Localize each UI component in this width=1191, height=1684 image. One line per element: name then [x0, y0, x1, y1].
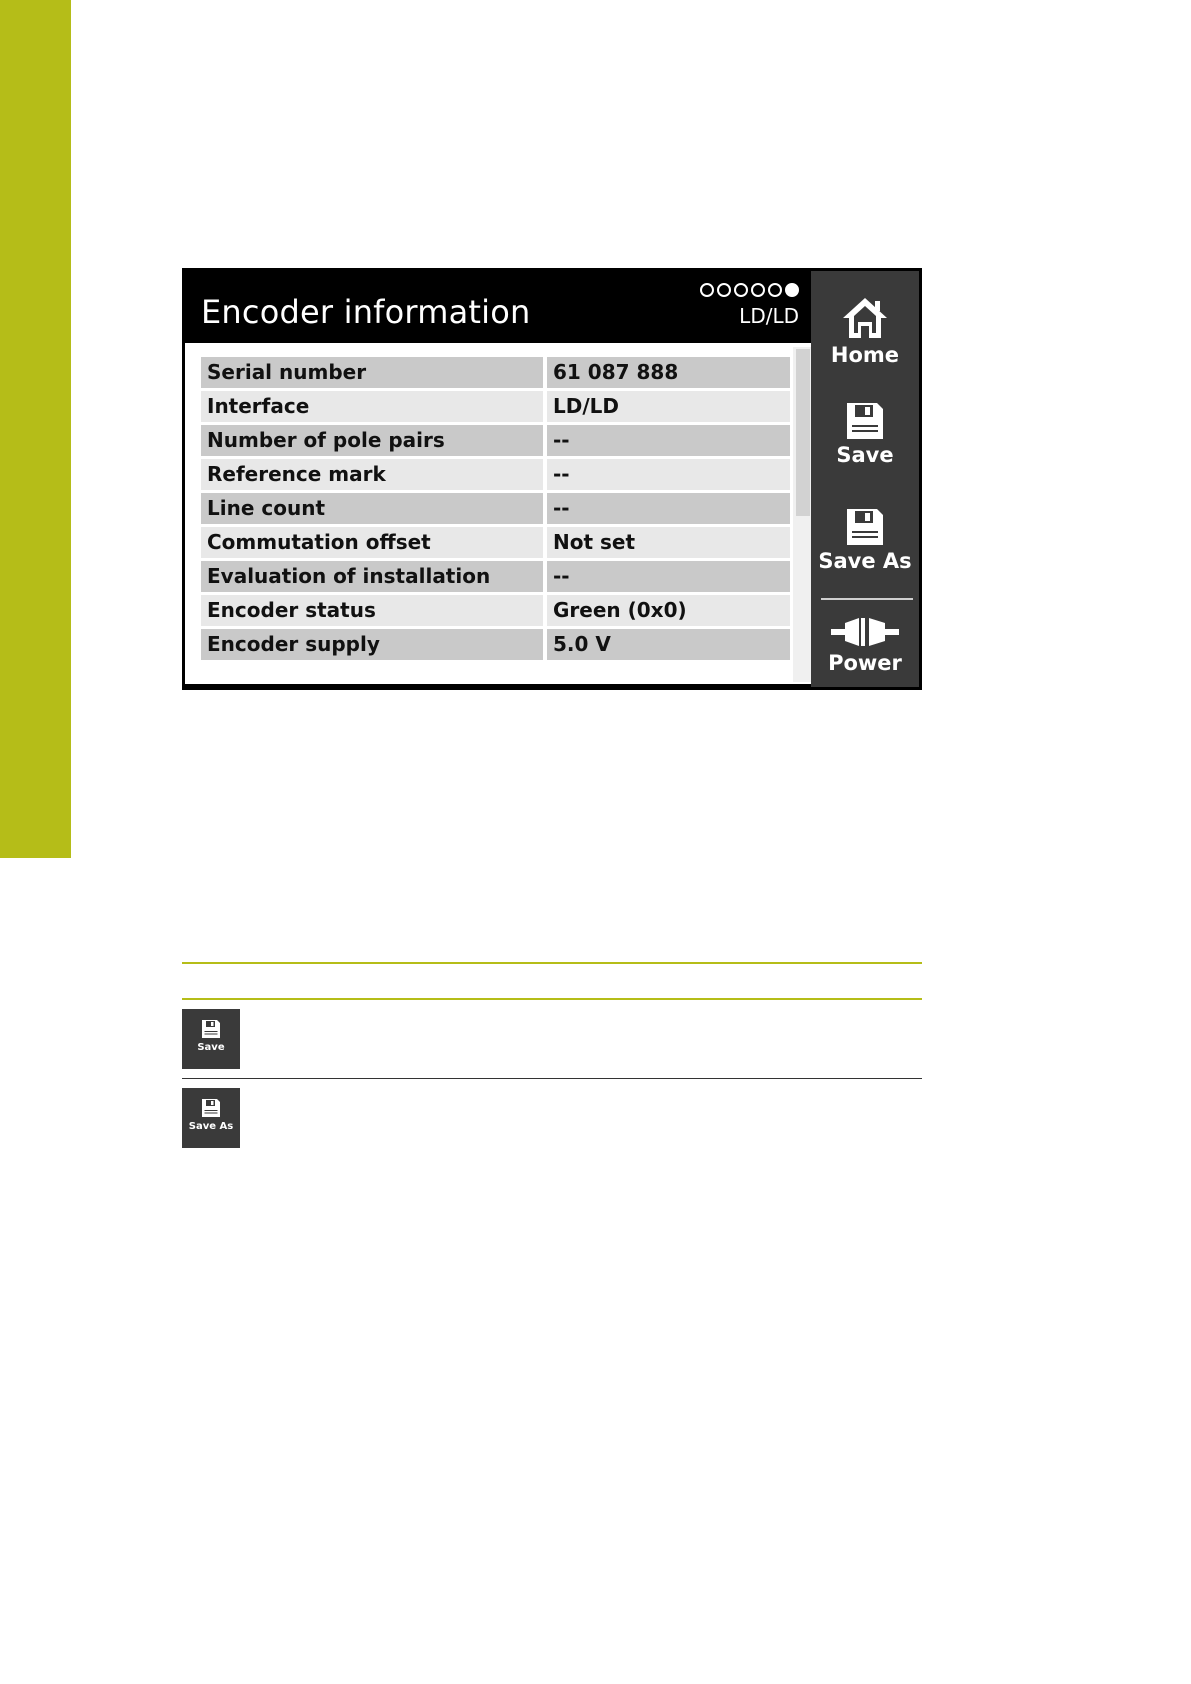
action-sidebar: Home Save Save As Power [811, 271, 919, 687]
page-indicator [700, 283, 799, 297]
row-value: LD/LD [547, 391, 790, 422]
row-label: Number of pole pairs [201, 425, 543, 456]
row-label: Line count [201, 493, 543, 524]
row-label: Encoder supply [201, 629, 543, 660]
table-row: Encoder supply 5.0 V [201, 629, 790, 660]
row-value: -- [547, 459, 790, 490]
power-button[interactable]: Power [811, 615, 919, 675]
row-label: Reference mark [201, 459, 543, 490]
device-screen: Encoder information LD/LD Serial number … [182, 268, 922, 690]
save-button[interactable]: Save [811, 401, 919, 467]
info-content: Serial number 61 087 888 Interface LD/LD… [185, 343, 811, 684]
interface-label: LD/LD [739, 304, 799, 328]
legend-save-button: Save [182, 1009, 240, 1069]
row-value: 5.0 V [547, 629, 790, 660]
table-row: Line count -- [201, 493, 790, 524]
page-dot-3 [734, 283, 748, 297]
page-dot-1 [700, 283, 714, 297]
page-title: Encoder information [201, 293, 531, 331]
row-label: Evaluation of installation [201, 561, 543, 592]
sidebar-divider [821, 598, 913, 600]
home-icon [843, 298, 887, 338]
table-row: Evaluation of installation -- [201, 561, 790, 592]
table-row: Commutation offset Not set [201, 527, 790, 558]
row-label: Interface [201, 391, 543, 422]
floppy-disk-icon [202, 1099, 220, 1117]
row-value: -- [547, 425, 790, 456]
row-label: Serial number [201, 357, 543, 388]
screen-header: Encoder information LD/LD [185, 271, 811, 343]
home-button[interactable]: Home [811, 295, 919, 367]
floppy-disk-icon [202, 1020, 220, 1038]
row-value: 61 087 888 [547, 357, 790, 388]
floppy-disk-icon [847, 509, 883, 545]
page-dot-4 [751, 283, 765, 297]
row-label: Commutation offset [201, 527, 543, 558]
power-plug-icon [831, 618, 899, 646]
page-dot-6-current [785, 283, 799, 297]
save-as-button[interactable]: Save As [811, 507, 919, 573]
row-value: -- [547, 561, 790, 592]
table-rule-row [182, 1078, 922, 1079]
table-row: Interface LD/LD [201, 391, 790, 422]
page-dot-2 [717, 283, 731, 297]
row-label: Encoder status [201, 595, 543, 626]
table-row: Serial number 61 087 888 [201, 357, 790, 388]
home-label: Home [830, 343, 900, 367]
table-row: Encoder status Green (0x0) [201, 595, 790, 626]
table-rule-top [182, 962, 922, 964]
table-row: Reference mark -- [201, 459, 790, 490]
legend-save-as-button: Save As [182, 1088, 240, 1148]
page-dot-5 [768, 283, 782, 297]
scrollbar-thumb[interactable] [796, 349, 810, 516]
table-row: Number of pole pairs -- [201, 425, 790, 456]
row-value: Not set [547, 527, 790, 558]
floppy-disk-icon [847, 403, 883, 439]
row-value: Green (0x0) [547, 595, 790, 626]
save-as-label: Save As [818, 549, 912, 573]
accent-side-bar [0, 0, 71, 858]
save-label: Save [836, 443, 894, 467]
row-value: -- [547, 493, 790, 524]
table-rule-header [182, 998, 922, 1000]
legend-save-label: Save [197, 1042, 225, 1053]
power-label: Power [828, 651, 902, 675]
info-table: Serial number 61 087 888 Interface LD/LD… [201, 357, 790, 663]
legend-save-as-label: Save As [188, 1121, 234, 1132]
